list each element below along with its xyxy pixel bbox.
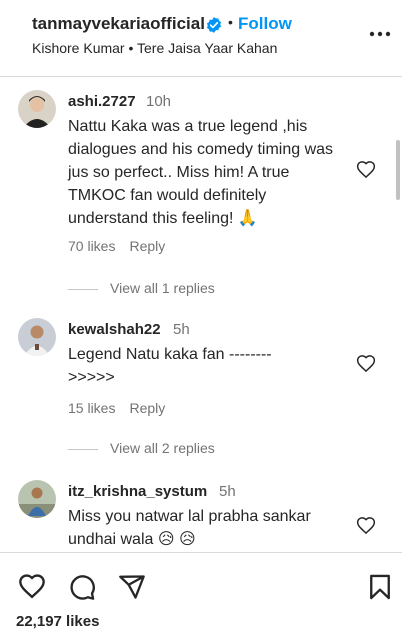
avatar[interactable]: [18, 90, 56, 128]
heart-icon[interactable]: [18, 573, 46, 601]
comment-item: ashi.2727 10h Nattu Kaka was a true lege…: [0, 88, 402, 298]
heart-icon[interactable]: [356, 354, 376, 374]
music-info[interactable]: Kishore Kumar • Tere Jaisa Yaar Kahan: [32, 40, 277, 56]
comment-time: 10h: [146, 93, 172, 110]
share-icon[interactable]: [118, 573, 146, 601]
reply-button[interactable]: Reply: [129, 400, 165, 416]
follow-button[interactable]: Follow: [238, 14, 292, 34]
divider-line: [68, 288, 98, 290]
view-replies-label: View all 2 replies: [110, 440, 215, 456]
comment-username[interactable]: ashi.2727: [68, 93, 136, 110]
comment-text: Miss you natwar lal prabha sankar undhai…: [68, 508, 311, 548]
comment-item: itz_krishna_systum 5h Miss you natwar la…: [0, 478, 402, 552]
more-options-icon[interactable]: [368, 24, 392, 44]
view-replies-button[interactable]: View all 1 replies: [68, 280, 215, 296]
comment-username[interactable]: itz_krishna_systum: [68, 483, 207, 500]
comment-username[interactable]: kewalshah22: [68, 321, 161, 338]
view-replies-button[interactable]: View all 2 replies: [68, 440, 215, 456]
comment-text: Nattu Kaka was a true legend ,his dialog…: [68, 118, 334, 227]
scrollbar-thumb[interactable]: [396, 140, 400, 200]
comment-time: 5h: [219, 483, 236, 500]
reply-button[interactable]: Reply: [129, 238, 165, 254]
heart-icon[interactable]: [356, 516, 376, 536]
avatar[interactable]: [18, 480, 56, 518]
verified-badge-icon: [206, 17, 222, 33]
comment-meta: 15 likes Reply: [68, 400, 179, 416]
comment-likes[interactable]: 70 likes: [68, 238, 115, 254]
bookmark-icon[interactable]: [366, 573, 394, 601]
avatar[interactable]: [18, 318, 56, 356]
heart-icon[interactable]: [356, 160, 376, 180]
comment-time: 5h: [173, 321, 190, 338]
comment-text: Legend Natu kaka fan -------- >>>>>: [68, 346, 272, 386]
divider-line: [68, 448, 98, 450]
comment-item: kewalshah22 5h Legend Natu kaka fan ----…: [0, 316, 402, 466]
post-username[interactable]: tanmayvekariaofficial: [32, 14, 205, 34]
post-action-bar: 22,197 likes: [0, 552, 402, 630]
view-replies-label: View all 1 replies: [110, 280, 215, 296]
comment-meta: 70 likes Reply: [68, 238, 179, 254]
separator-dot: •: [228, 14, 233, 30]
comment-icon[interactable]: [68, 573, 96, 601]
post-header: tanmayvekariaofficial • Follow Kishore K…: [0, 0, 402, 77]
comment-likes[interactable]: 15 likes: [68, 400, 115, 416]
